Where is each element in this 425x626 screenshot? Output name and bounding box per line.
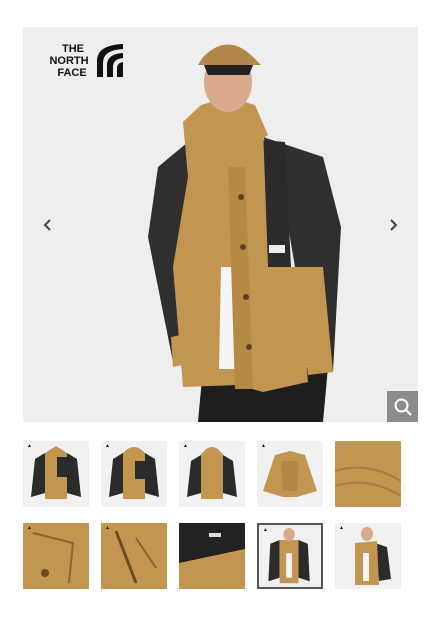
- thumbnail-logo-icon: ▲: [105, 443, 110, 449]
- thumbnail-fabric-closeup[interactable]: [335, 441, 401, 507]
- thumbnail-model-side[interactable]: ▲: [335, 523, 401, 589]
- thumbnail-logo-icon: ▲: [27, 443, 32, 449]
- brand-logo: THE NORTH FACE: [45, 41, 125, 79]
- next-image-button[interactable]: [383, 215, 403, 235]
- thumbnail-logo-icon: ▲: [261, 443, 266, 449]
- main-product-image[interactable]: THE NORTH FACE: [23, 27, 418, 422]
- thumbnail-jacket-open-lining[interactable]: ▲: [257, 441, 323, 507]
- svg-text:FACE: FACE: [57, 67, 86, 79]
- svg-text:THE: THE: [62, 43, 84, 55]
- thumbnail-model-front[interactable]: ▲: [257, 523, 323, 589]
- thumbnail-jacket-front[interactable]: ▲: [23, 441, 89, 507]
- magnifier-icon: [394, 398, 412, 416]
- chevron-left-icon: [43, 219, 51, 231]
- thumbnail-logo-icon: ▲: [263, 527, 268, 533]
- svg-text:NORTH: NORTH: [49, 55, 88, 67]
- jacket-model-illustration: [148, 44, 341, 422]
- the-north-face-logo-icon: THE NORTH FACE: [49, 43, 123, 79]
- zoom-button[interactable]: [387, 391, 418, 422]
- product-gallery: THE NORTH FACE ▲ ▲ ▲ ▲ ▲ ▲ ▲ ▲: [0, 0, 425, 626]
- thumbnail-cuff-closeup[interactable]: [179, 523, 245, 589]
- thumbnail-logo-icon: ▲: [27, 525, 32, 531]
- thumbnail-jacket-back[interactable]: ▲: [179, 441, 245, 507]
- prev-image-button[interactable]: [38, 215, 58, 235]
- thumbnail-logo-icon: ▲: [339, 525, 344, 531]
- thumbnail-zipper-closeup[interactable]: ▲: [101, 523, 167, 589]
- thumbnail-pocket-closeup[interactable]: ▲: [23, 523, 89, 589]
- thumbnail-logo-icon: ▲: [105, 525, 110, 531]
- chevron-right-icon: [390, 219, 398, 231]
- thumbnail-jacket-front-hood[interactable]: ▲: [101, 441, 167, 507]
- thumbnail-logo-icon: ▲: [183, 443, 188, 449]
